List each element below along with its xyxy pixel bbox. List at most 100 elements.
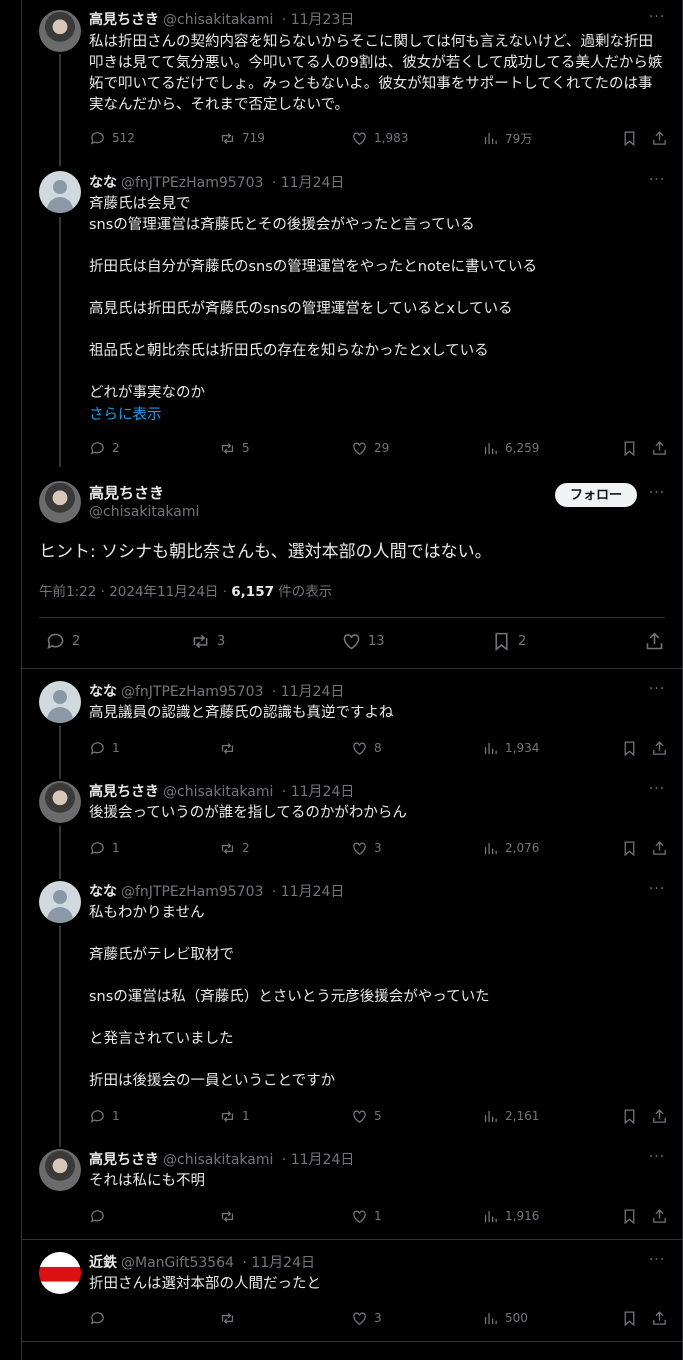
like-count: 3 [374, 1311, 382, 1325]
reply-button[interactable] [89, 1206, 112, 1226]
more-options-icon[interactable]: ··· [648, 9, 666, 29]
repost-button[interactable]: 2 [219, 838, 250, 858]
bookmark-button[interactable] [621, 838, 638, 858]
tweet-actions: 1 1 5 2,161 [89, 1106, 668, 1126]
reply-icon [90, 841, 104, 855]
tweet-date[interactable]: · 11月24日 [277, 784, 355, 800]
share-button[interactable] [651, 1206, 668, 1226]
share-button[interactable] [651, 838, 668, 858]
share-button[interactable] [651, 128, 668, 148]
more-options-icon[interactable]: ··· [648, 681, 666, 701]
avatar[interactable] [39, 10, 81, 52]
bookmark-button[interactable] [621, 1308, 638, 1328]
repost-button[interactable] [219, 1308, 242, 1328]
author-handle[interactable]: @fnJTPEzHam95703 [121, 884, 263, 900]
more-options-icon[interactable]: ··· [648, 781, 666, 801]
repost-button[interactable]: 5 [219, 438, 250, 458]
divider [39, 617, 665, 618]
views-button[interactable]: 79万 [482, 128, 532, 148]
more-options-icon[interactable]: ··· [648, 1252, 666, 1272]
repost-button[interactable]: 3 [190, 631, 225, 651]
author-name[interactable]: 高見ちさき [89, 482, 164, 503]
views-button[interactable]: 6,259 [482, 438, 539, 458]
author-name[interactable]: なな [89, 175, 117, 191]
bookmark-button[interactable] [621, 1106, 638, 1126]
repost-count: 1 [242, 1109, 250, 1123]
tweet-date[interactable]: · 11月24日 [238, 1255, 315, 1271]
repost-button[interactable]: 1 [219, 1106, 250, 1126]
bookmark-icon [495, 632, 508, 651]
reply-button[interactable] [89, 1308, 112, 1328]
like-button[interactable]: 8 [351, 738, 382, 758]
tweet-actions: 2 5 29 6,259 [89, 438, 668, 458]
author-handle[interactable]: @chisakitakami [163, 1152, 273, 1168]
author-name[interactable]: 高見ちさき [89, 784, 159, 800]
more-options-icon[interactable]: ··· [648, 1149, 666, 1169]
avatar[interactable] [39, 781, 81, 823]
like-button[interactable]: 3 [351, 838, 382, 858]
tweet-header: 近鉄 @ManGift53564 · 11月24日 [89, 1252, 666, 1272]
share-button[interactable] [651, 1106, 668, 1126]
like-button[interactable]: 5 [351, 1106, 382, 1126]
author-name[interactable]: 高見ちさき [89, 1152, 159, 1168]
like-button[interactable]: 13 [341, 631, 385, 651]
like-button[interactable]: 3 [351, 1308, 382, 1328]
author-handle[interactable]: @chisakitakami [89, 504, 199, 520]
bookmark-button[interactable] [621, 128, 638, 148]
like-button[interactable]: 1,983 [351, 128, 408, 148]
author-name[interactable]: なな [89, 684, 117, 700]
tweet-date[interactable]: · 11月24日 [277, 1152, 355, 1168]
more-options-icon[interactable]: ··· [648, 881, 666, 901]
views-button[interactable]: 2,076 [482, 838, 539, 858]
reply-button[interactable]: 512 [89, 128, 135, 148]
avatar[interactable] [39, 171, 81, 213]
views-button[interactable]: 500 [482, 1308, 528, 1328]
timestamp[interactable]: 午前1:22 · 2024年11月24日 · [39, 584, 231, 600]
author-name[interactable]: 高見ちさき [89, 12, 159, 28]
like-button[interactable]: 29 [351, 438, 389, 458]
reply-icon [90, 1311, 104, 1325]
avatar[interactable] [39, 1149, 81, 1191]
reply-button[interactable]: 1 [89, 1106, 120, 1126]
like-button[interactable]: 1 [351, 1206, 382, 1226]
share-button[interactable] [651, 738, 668, 758]
author-handle[interactable]: @chisakitakami [163, 12, 273, 28]
tweet-date[interactable]: · 11月24日 [267, 684, 345, 700]
views-count: 500 [505, 1311, 528, 1325]
follow-button[interactable]: フォロー [555, 483, 637, 507]
author-handle[interactable]: @ManGift53564 [121, 1255, 234, 1271]
repost-button[interactable] [219, 1206, 242, 1226]
reply-button[interactable]: 1 [89, 738, 120, 758]
author-name[interactable]: 近鉄 [89, 1255, 117, 1271]
tweet-date[interactable]: · 11月24日 [267, 175, 345, 191]
avatar[interactable] [39, 881, 81, 923]
divider [22, 1341, 682, 1342]
tweet-date[interactable]: · 11月24日 [267, 884, 345, 900]
author-handle[interactable]: @chisakitakami [163, 784, 273, 800]
more-options-icon[interactable]: ··· [648, 172, 666, 192]
bookmark-button[interactable]: 2 [491, 631, 526, 651]
tweet-date[interactable]: · 11月23日 [277, 12, 355, 28]
views-button[interactable]: 1,934 [482, 738, 539, 758]
author-name[interactable]: なな [89, 884, 117, 900]
repost-button[interactable] [219, 738, 242, 758]
views-button[interactable]: 1,916 [482, 1206, 539, 1226]
bookmark-button[interactable] [621, 738, 638, 758]
author-handle[interactable]: @fnJTPEzHam95703 [121, 684, 263, 700]
avatar[interactable] [39, 681, 81, 723]
reply-button[interactable]: 2 [89, 438, 120, 458]
bookmark-button[interactable] [621, 1206, 638, 1226]
author-handle[interactable]: @fnJTPEzHam95703 [121, 175, 263, 191]
share-button[interactable] [651, 1308, 668, 1328]
reply-button[interactable]: 2 [45, 631, 80, 651]
avatar[interactable] [39, 481, 81, 523]
show-more-link[interactable]: さらに表示 [89, 403, 162, 424]
views-button[interactable]: 2,161 [482, 1106, 539, 1126]
avatar[interactable] [39, 1252, 81, 1294]
share-button[interactable] [651, 438, 668, 458]
repost-button[interactable]: 719 [219, 128, 265, 148]
share-button[interactable] [644, 631, 665, 651]
bookmark-button[interactable] [621, 438, 638, 458]
reply-button[interactable]: 1 [89, 838, 120, 858]
more-options-icon[interactable]: ··· [648, 485, 666, 505]
